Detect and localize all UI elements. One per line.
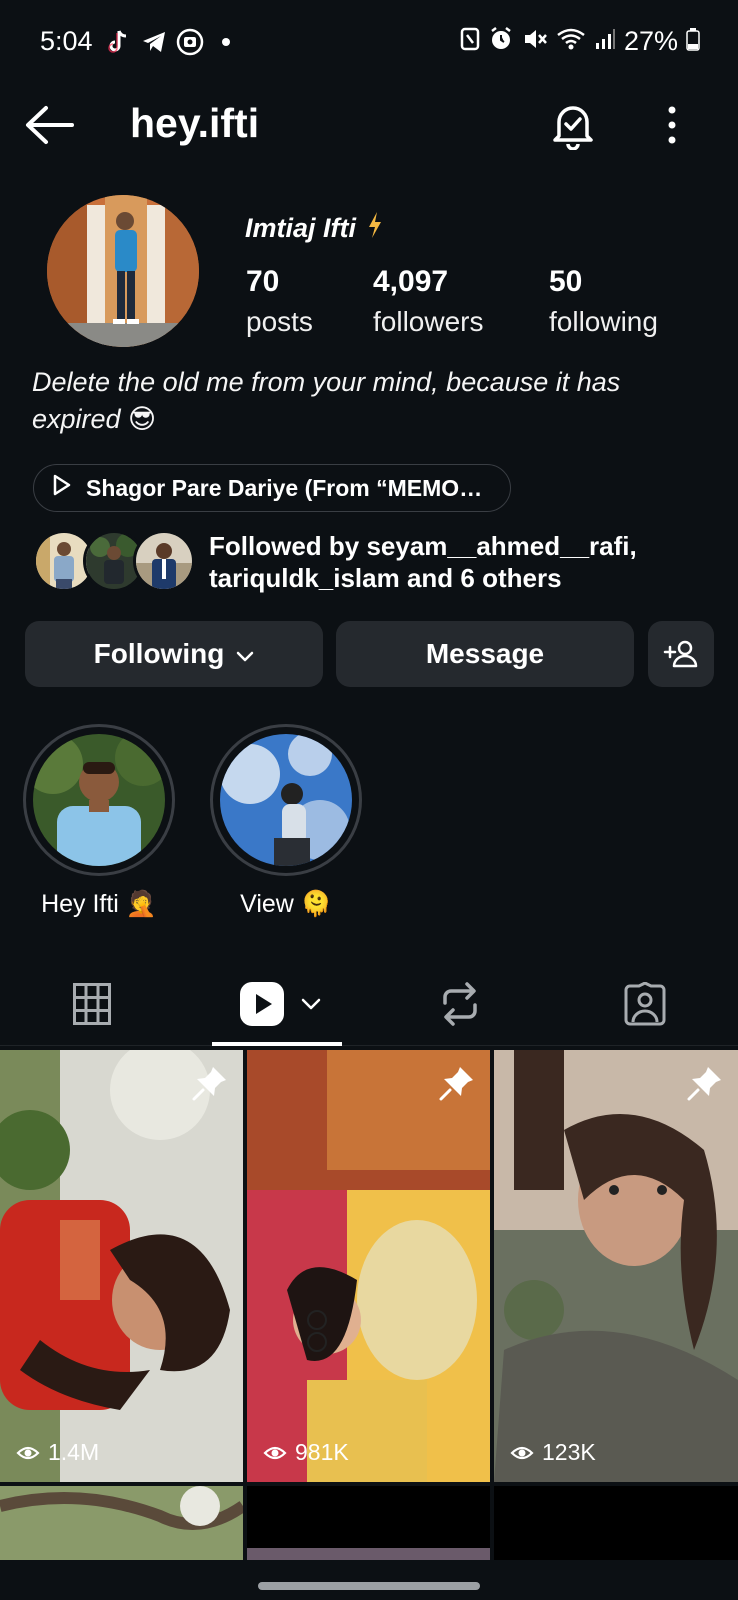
- view-count-text: 1.4M: [48, 1439, 100, 1465]
- tab-tagged[interactable]: [595, 962, 695, 1046]
- view-count: 123K: [510, 1439, 596, 1466]
- message-button[interactable]: Message: [336, 621, 634, 687]
- highlight-label: View 🫠: [240, 890, 332, 918]
- status-time: 5:04: [40, 26, 93, 56]
- highlight-ring: [23, 724, 175, 876]
- home-indicator[interactable]: [258, 1582, 480, 1590]
- message-button-label: Message: [425, 638, 545, 669]
- status-bar: 5:04 27%: [0, 0, 738, 84]
- app-notification-icon: [176, 28, 204, 56]
- mute-icon: [522, 27, 548, 56]
- reels-grid: 1.4M 981K 123K: [0, 1050, 738, 1560]
- highlight-label: Hey Ifti 🤦: [41, 890, 157, 918]
- tab-reposts[interactable]: [410, 962, 510, 1046]
- profile-music[interactable]: Shagor Pare Dariye (From “MEMO…: [33, 464, 511, 512]
- view-count: 981K: [263, 1439, 349, 1466]
- pin-icon: [686, 1064, 724, 1102]
- tab-posts-grid[interactable]: [42, 962, 142, 1046]
- chevron-down-icon: [236, 638, 254, 670]
- nfc-icon: [460, 27, 480, 56]
- mutual-avatars: [33, 530, 195, 592]
- following-stat[interactable]: 50 following: [549, 262, 689, 342]
- active-tab-indicator: [212, 1042, 342, 1046]
- page-title: hey.ifti: [130, 100, 260, 146]
- eye-icon: [263, 1446, 287, 1459]
- following-label: following: [549, 306, 658, 337]
- telegram-icon: [140, 28, 168, 56]
- lightning-icon: [366, 210, 384, 247]
- view-count-text: 123K: [542, 1439, 596, 1465]
- dot-icon: [212, 28, 240, 56]
- following-button[interactable]: Following: [25, 621, 323, 687]
- system-status: 27%: [460, 26, 700, 57]
- view-count: 1.4M: [16, 1439, 99, 1466]
- profile-stats: 70 posts 4,097 followers 50 following: [246, 262, 689, 342]
- signal-icon: [594, 27, 616, 56]
- more-vertical-icon: [668, 106, 676, 144]
- chevron-down-icon: [301, 998, 321, 1010]
- followers-label: followers: [373, 306, 484, 337]
- bio-line: Delete the old me from your mind, becaus…: [32, 367, 621, 397]
- reels-play-icon: [240, 982, 284, 1026]
- posts-label: posts: [246, 306, 313, 337]
- followers-count: 4,097: [373, 265, 449, 298]
- pin-icon: [191, 1064, 229, 1102]
- highlight-cover: [33, 734, 165, 866]
- story-highlights: Hey Ifti 🤦 View 🫠: [22, 724, 722, 918]
- display-name-text: Imtiaj Ifti: [245, 213, 357, 243]
- reel-thumbnail[interactable]: [0, 1486, 243, 1560]
- profile-header: hey.ifti: [0, 88, 738, 162]
- battery-percent: 27%: [623, 26, 678, 56]
- bell-check-icon: [553, 106, 593, 151]
- tiktok-icon: [104, 28, 132, 56]
- highlight-cover: [220, 734, 352, 866]
- notification-icons: [104, 28, 240, 56]
- more-options-button[interactable]: [656, 102, 688, 148]
- eye-icon: [16, 1446, 40, 1459]
- suggest-people-button[interactable]: [648, 621, 714, 687]
- reel-thumbnail[interactable]: [494, 1486, 738, 1560]
- following-button-label: Following: [93, 638, 225, 669]
- reel-thumbnail[interactable]: 1.4M: [0, 1050, 243, 1482]
- eye-icon: [510, 1446, 534, 1459]
- followed-by-text: Followed by seyam__ahmed__rafi, tariquld…: [209, 530, 637, 594]
- followed-by-line: Followed by seyam__ahmed__rafi,: [209, 531, 637, 561]
- display-name: Imtiaj Ifti: [245, 210, 384, 247]
- tagged-person-icon: [624, 982, 666, 1026]
- highlight-ring: [210, 724, 362, 876]
- tab-reels[interactable]: [220, 962, 340, 1046]
- profile-avatar[interactable]: [47, 195, 199, 347]
- music-title: Shagor Pare Dariye (From “MEMO…: [86, 474, 483, 501]
- pin-icon: [438, 1064, 476, 1102]
- highlight-item[interactable]: Hey Ifti 🤦: [22, 724, 176, 919]
- posts-stat[interactable]: 70 posts: [246, 262, 373, 342]
- back-button[interactable]: [24, 102, 76, 148]
- posts-count: 70: [246, 265, 280, 298]
- following-count: 50: [549, 265, 583, 298]
- arrow-left-icon: [26, 106, 74, 144]
- followed-by-line: tariquldk_islam and 6 others: [209, 563, 562, 593]
- reel-thumbnail[interactable]: [247, 1486, 490, 1560]
- alarm-icon: [488, 26, 514, 57]
- avatar: [133, 530, 195, 592]
- reel-thumbnail[interactable]: 981K: [247, 1050, 490, 1482]
- bio-line: expired 😎: [32, 404, 157, 434]
- play-icon: [52, 474, 72, 502]
- wifi-icon: [556, 27, 586, 56]
- reel-thumbnail[interactable]: 123K: [494, 1050, 738, 1482]
- profile-actions: Following Message: [25, 621, 715, 687]
- followed-by[interactable]: Followed by seyam__ahmed__rafi, tariquld…: [33, 530, 733, 594]
- bio: Delete the old me from your mind, becaus…: [32, 364, 702, 438]
- followers-stat[interactable]: 4,097 followers: [373, 262, 549, 342]
- grid-icon: [73, 983, 111, 1025]
- add-person-icon: [663, 640, 698, 668]
- profile-tabs: [0, 962, 738, 1046]
- battery-icon: [686, 27, 700, 56]
- view-count-text: 981K: [295, 1439, 349, 1465]
- highlight-item[interactable]: View 🫠: [209, 724, 363, 919]
- repost-icon: [443, 982, 477, 1026]
- notifications-button[interactable]: [550, 100, 596, 151]
